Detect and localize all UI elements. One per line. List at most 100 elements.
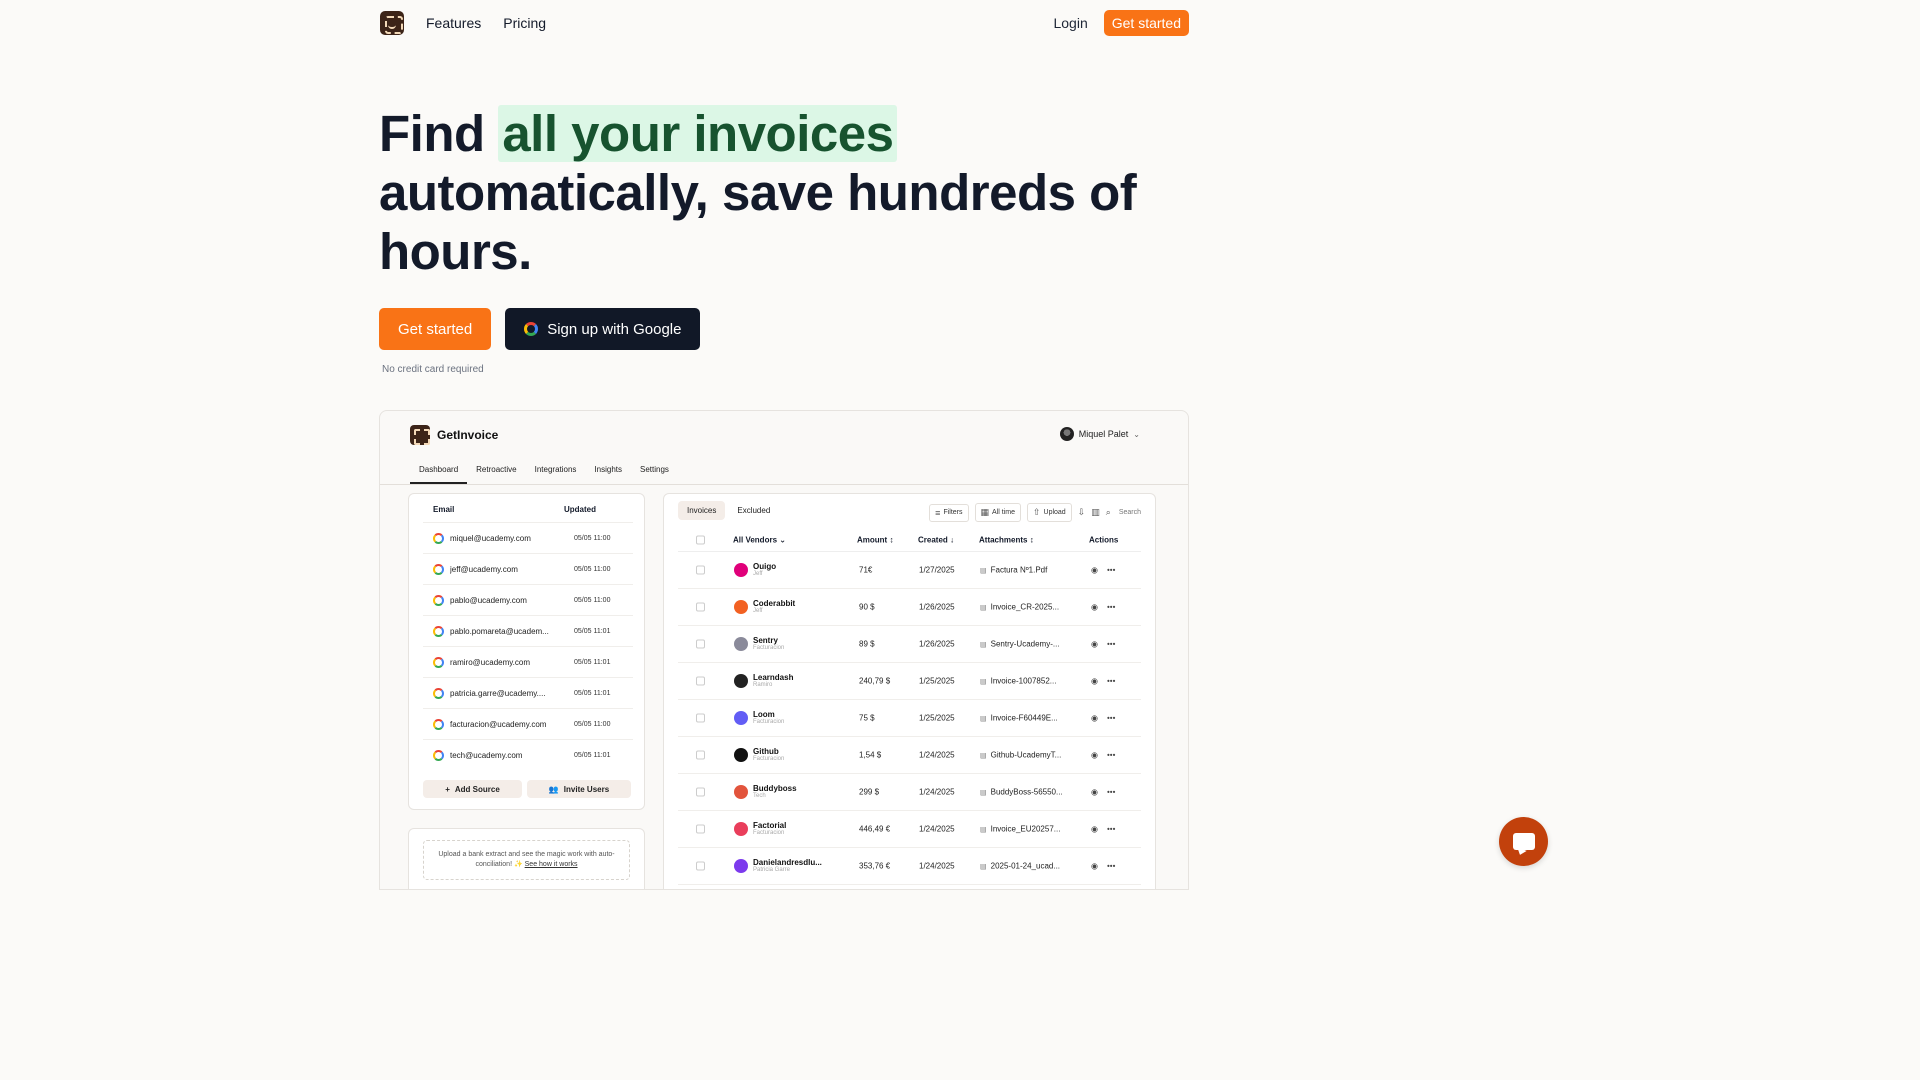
table-row[interactable]: ramiro@ucademy.com 05/05 11:01 [423, 646, 633, 677]
user-menu[interactable]: Miquel Palet ⌄ [1059, 427, 1140, 441]
table-row[interactable]: Sentry Facturacion 89 $ 1/26/2025 ▤ Sentry-Uc… [678, 626, 1141, 663]
view-icon[interactable]: ◉ [1091, 751, 1098, 760]
table-row[interactable]: Buddyboss Tech 299 $ 1/24/2025 ▤ BuddyBoss-56… [678, 774, 1141, 811]
users-icon: 👥 [548, 784, 559, 794]
tab-invoices[interactable]: Invoices [678, 501, 726, 520]
more-icon[interactable]: ••• [1107, 862, 1115, 871]
nav-link-pricing[interactable]: Pricing [503, 15, 546, 31]
nav-link-features[interactable]: Features [426, 15, 481, 31]
table-row[interactable]: Learndash Ramiro 240,79 $ 1/25/2025 ▤ Invoice… [678, 663, 1141, 700]
view-icon[interactable]: ◉ [1091, 714, 1098, 723]
download-icon[interactable]: ⇩ [1078, 507, 1086, 518]
sort-icon: ↕ [889, 535, 894, 544]
view-icon[interactable]: ◉ [1091, 862, 1098, 871]
filters-button[interactable]: ≡ Filters [929, 503, 969, 522]
tab-retroactive[interactable]: Retroactive [467, 461, 525, 484]
login-link[interactable]: Login [1053, 15, 1087, 31]
more-icon[interactable]: ••• [1107, 677, 1115, 686]
date-range-button[interactable]: ▦ All time [974, 503, 1021, 522]
attachment-cell[interactable]: ▤ Invoice-1007852... [980, 677, 1056, 686]
table-row[interactable]: Loom Facturacion 75 $ 1/25/2025 ▤ Invoice-F60… [678, 700, 1141, 737]
invite-users-button[interactable]: 👥 Invite Users [527, 780, 631, 798]
app-header: GetInvoice [410, 425, 498, 445]
more-icon[interactable]: ••• [1107, 788, 1115, 797]
bank-upload-dropzone[interactable]: Upload a bank extract and see the magic … [423, 840, 630, 880]
created-cell: 1/24/2025 [919, 750, 955, 760]
table-row[interactable]: patricia.garre@ucademy.... 05/05 11:01 [423, 677, 633, 708]
table-row[interactable]: Danielandresdlu... Patricia Garre 353,76 €… [678, 848, 1141, 885]
table-row[interactable]: miquel@ucademy.com 05/05 11:00 [423, 522, 633, 553]
row-checkbox[interactable] [696, 787, 705, 797]
logo-icon[interactable] [380, 11, 404, 35]
row-checkbox[interactable] [696, 676, 705, 686]
amount-cell: 353,76 € [859, 861, 891, 871]
get-started-button[interactable]: Get started [379, 308, 492, 350]
email-cell: jeff@ucademy.com [450, 564, 518, 574]
row-checkbox[interactable] [696, 824, 705, 834]
tab-dashboard[interactable]: Dashboard [410, 461, 468, 484]
see-how-link[interactable]: See how it works [525, 861, 578, 868]
more-icon[interactable]: ••• [1107, 825, 1115, 834]
table-row[interactable]: Ouigo Jeff 71€ 1/27/2025 ▤ Factura Nº1.Pdf ◉ ••… [678, 552, 1141, 589]
table-row[interactable]: pablo.pomareta@ucadem... 05/05 11:01 [423, 615, 633, 646]
search-input[interactable]: Search [1119, 509, 1141, 516]
tab-integrations[interactable]: Integrations [526, 461, 586, 484]
attachment-cell[interactable]: ▤ Invoice-F60449E... [980, 714, 1058, 723]
search-icon[interactable]: ⌕ [1106, 507, 1111, 518]
select-all-checkbox[interactable] [696, 535, 705, 544]
tab-settings[interactable]: Settings [631, 461, 678, 484]
view-icon[interactable]: ◉ [1091, 566, 1098, 575]
attachment-cell[interactable]: ▤ Github-UcademyT... [980, 751, 1061, 760]
row-checkbox[interactable] [696, 565, 705, 575]
hero-highlight: all your invoices [498, 105, 898, 162]
tab-insights[interactable]: Insights [585, 461, 631, 484]
table-row[interactable]: pablo@ucademy.com 05/05 11:00 [423, 584, 633, 615]
view-icon[interactable]: ◉ [1091, 677, 1098, 686]
table-row[interactable]: jeff@ucademy.com 05/05 11:00 [423, 553, 633, 584]
table-row[interactable]: facturacion@ucademy.com 05/05 11:00 [423, 708, 633, 739]
table-row[interactable]: Factorial Facturacion 446,49 € 1/24/2025 ▤ In… [678, 811, 1141, 848]
row-checkbox[interactable] [696, 602, 705, 612]
tab-excluded[interactable]: Excluded [728, 501, 779, 520]
file-icon: ▤ [980, 678, 987, 685]
more-icon[interactable]: ••• [1107, 751, 1115, 760]
view-icon[interactable]: ◉ [1091, 603, 1098, 612]
attachment-cell[interactable]: ▤ Factura Nº1.Pdf [980, 566, 1047, 575]
view-icon[interactable]: ◉ [1091, 788, 1098, 797]
attachment-cell[interactable]: ▤ 2025-01-24_ucad... [980, 862, 1060, 871]
attachment-cell[interactable]: ▤ Invoice_CR-2025... [980, 603, 1059, 612]
more-icon[interactable]: ••• [1107, 640, 1115, 649]
row-checkbox[interactable] [696, 639, 705, 649]
attachments-header[interactable]: Attachments ↕ [979, 535, 1034, 544]
chat-button[interactable] [1499, 817, 1548, 866]
more-icon[interactable]: ••• [1107, 603, 1115, 612]
row-checkbox[interactable] [696, 713, 705, 723]
google-signup-label: Sign up with Google [547, 320, 682, 338]
view-icon[interactable]: ◉ [1091, 825, 1098, 834]
amount-header[interactable]: Amount ↕ [857, 535, 893, 544]
email-cell: ramiro@ucademy.com [450, 657, 530, 667]
add-source-button[interactable]: + Add Source [423, 780, 522, 798]
google-signup-button[interactable]: Sign up with Google [505, 308, 701, 350]
columns-icon[interactable]: ▥ [1091, 507, 1100, 518]
view-icon[interactable]: ◉ [1091, 640, 1098, 649]
created-header[interactable]: Created ↓ [918, 535, 954, 544]
nav-get-started-button[interactable]: Get started [1103, 10, 1189, 36]
attachment-cell[interactable]: ▤ Invoice_EU20257... [980, 825, 1060, 834]
no-credit-card-note: No credit card required [382, 364, 484, 375]
attachment-cell[interactable]: ▤ Sentry-Ucademy-... [980, 640, 1060, 649]
table-row[interactable]: tech@ucademy.com 05/05 11:01 [423, 739, 633, 770]
attachment-cell[interactable]: ▤ BuddyBoss-56550... [980, 788, 1063, 797]
more-icon[interactable]: ••• [1107, 566, 1115, 575]
more-icon[interactable]: ••• [1107, 714, 1115, 723]
app-logo-icon [410, 425, 430, 445]
row-checkbox[interactable] [696, 861, 705, 871]
vendor-filter[interactable]: All Vendors ⌄ [733, 535, 786, 544]
table-row[interactable]: Github Facturacion 1,54 $ 1/24/2025 ▤ Github-… [678, 737, 1141, 774]
email-table-header: Email Updated [423, 505, 633, 514]
file-icon: ▤ [980, 567, 987, 574]
table-row[interactable]: Coderabbit Jeff 90 $ 1/26/2025 ▤ Invoice_CR-2… [678, 589, 1141, 626]
row-checkbox[interactable] [696, 750, 705, 760]
upload-button[interactable]: ⇧ Upload [1026, 503, 1072, 522]
file-icon: ▤ [980, 715, 987, 722]
